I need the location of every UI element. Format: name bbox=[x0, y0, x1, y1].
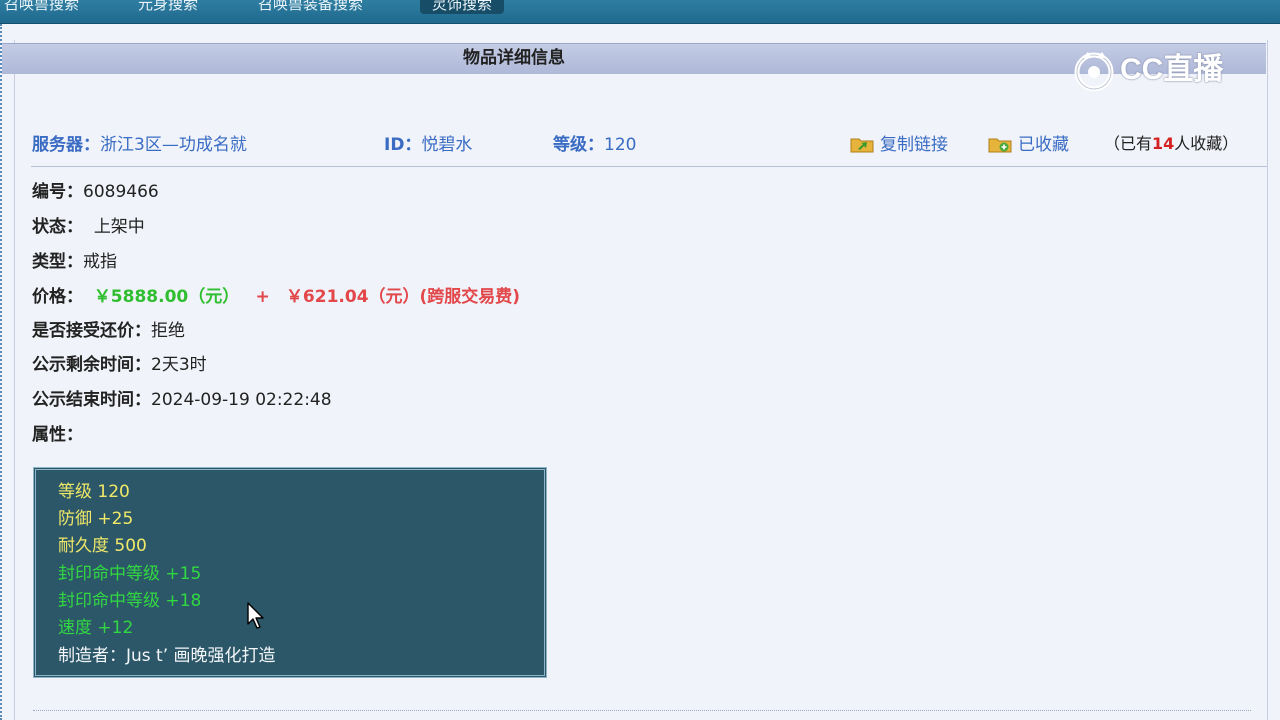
tab-yuanshen-search[interactable]: 元身搜索 bbox=[126, 0, 210, 14]
attr-line: 防御 +25 bbox=[58, 509, 134, 529]
bargain-value: 拒绝 bbox=[151, 321, 185, 341]
tab-accessory-search[interactable]: 灵饰搜索 bbox=[420, 0, 505, 14]
id-value: 悦碧水 bbox=[421, 135, 473, 155]
number-label: 编号： bbox=[32, 182, 83, 202]
status-row: 状态： 上架中 bbox=[32, 214, 145, 240]
number-row: 编号：6089466 bbox=[32, 179, 159, 205]
price-fee: ￥621.04（元）(跨服交易费) bbox=[285, 287, 521, 307]
remaining-label: 公示剩余时间： bbox=[32, 355, 151, 375]
bargain-label: 是否接受还价： bbox=[32, 321, 151, 341]
price-main: ￥5888.00（元） bbox=[93, 287, 240, 307]
server-value: 浙江3区—功成名就 bbox=[100, 135, 247, 155]
copy-link-button[interactable]: 复制链接 bbox=[850, 130, 948, 155]
cc-live-watermark: CC直播 bbox=[1072, 42, 1242, 92]
tab-pet-equipment-search[interactable]: 召唤兽装备搜索 bbox=[246, 0, 375, 14]
attr-line: 速度 +12 bbox=[58, 618, 134, 638]
remaining-value: 2天3时 bbox=[151, 355, 207, 375]
price-label: 价格： bbox=[32, 287, 83, 307]
end-time-label: 公示结束时间： bbox=[32, 390, 151, 410]
number-value: 6089466 bbox=[83, 182, 159, 202]
level-info: 等级：120 bbox=[553, 130, 636, 155]
bargain-row: 是否接受还价：拒绝 bbox=[32, 318, 185, 344]
attr-line: 等级 120 bbox=[58, 482, 130, 502]
folder-add-icon bbox=[988, 138, 1012, 153]
info-divider bbox=[31, 166, 1267, 168]
server-label: 服务器： bbox=[32, 135, 100, 155]
status-value: 上架中 bbox=[93, 217, 145, 237]
end-time-row: 公示结束时间：2024-09-19 02:22:48 bbox=[32, 387, 332, 413]
attributes-label: 属性： bbox=[32, 425, 83, 445]
id-info: ID：悦碧水 bbox=[384, 130, 472, 155]
top-nav-bar: 召唤兽搜索 元身搜索 召唤兽装备搜索 灵饰搜索 bbox=[0, 0, 1280, 24]
fav-count-number: 14 bbox=[1152, 134, 1175, 153]
fav-prefix: （已有 bbox=[1104, 134, 1153, 153]
remaining-time-row: 公示剩余时间：2天3时 bbox=[32, 352, 207, 378]
attr-line: 制造者：Jus t’ 画晚强化打造 bbox=[58, 646, 276, 666]
mouse-cursor-icon bbox=[247, 602, 264, 629]
fav-suffix: 人收藏） bbox=[1174, 134, 1239, 153]
price-plus: + bbox=[255, 287, 270, 307]
attr-line: 封印命中等级 +15 bbox=[58, 564, 202, 584]
attr-line: 耐久度 500 bbox=[58, 536, 147, 556]
type-label: 类型： bbox=[32, 252, 83, 272]
tab-pet-search[interactable]: 召唤兽搜索 bbox=[0, 0, 91, 14]
folder-share-icon bbox=[850, 138, 874, 153]
bottom-divider bbox=[33, 710, 1251, 711]
left-border bbox=[0, 24, 2, 720]
favorite-count: （已有14人收藏） bbox=[1104, 130, 1238, 154]
type-row: 类型：戒指 bbox=[32, 249, 117, 275]
watermark-text: CC直播 bbox=[1120, 53, 1224, 86]
type-value: 戒指 bbox=[83, 252, 117, 272]
copy-link-label: 复制链接 bbox=[880, 135, 948, 155]
level-value: 120 bbox=[604, 135, 637, 155]
attr-line: 封印命中等级 +18 bbox=[58, 591, 202, 611]
cc-logo-icon bbox=[1074, 52, 1114, 92]
level-label: 等级： bbox=[553, 135, 604, 155]
server-info: 服务器：浙江3区—功成名就 bbox=[32, 130, 247, 155]
attributes-row: 属性： bbox=[32, 422, 83, 448]
status-label: 状态： bbox=[32, 217, 83, 237]
id-label: ID： bbox=[384, 135, 422, 155]
price-row: 价格： ￥5888.00（元） + ￥621.04（元）(跨服交易费) bbox=[32, 284, 520, 310]
favorite-label: 已收藏 bbox=[1018, 135, 1069, 155]
end-time-value: 2024-09-19 02:22:48 bbox=[151, 390, 332, 410]
page-title: 物品详细信息 bbox=[463, 48, 565, 68]
favorite-button[interactable]: 已收藏 bbox=[988, 130, 1069, 155]
attribute-panel: 等级 120 防御 +25 耐久度 500 封印命中等级 +15 封印命中等级 … bbox=[33, 467, 547, 678]
item-info-row: 服务器：浙江3区—功成名就 ID：悦碧水 等级：120 复制链接 已收藏 （已有… bbox=[32, 130, 1266, 156]
